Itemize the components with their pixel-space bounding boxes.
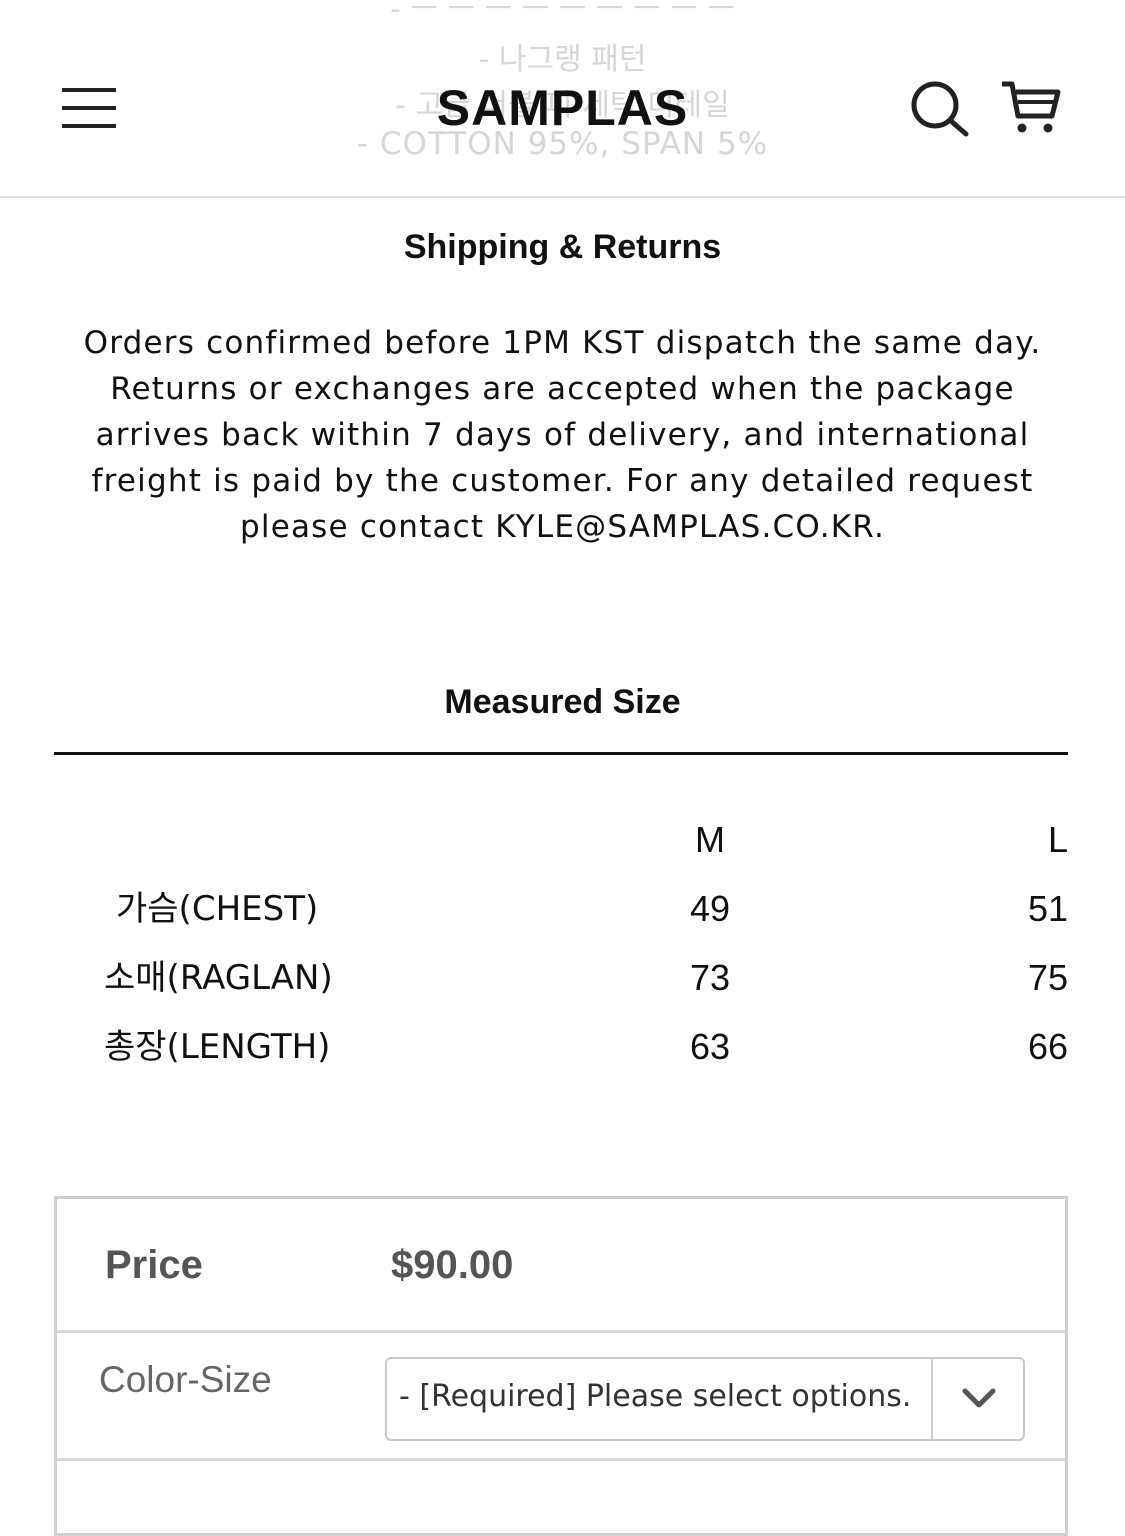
cart-icon xyxy=(1002,81,1061,133)
price-label: Price xyxy=(105,1243,203,1287)
color-size-label: Color-Size xyxy=(99,1359,272,1400)
column-header-m: M xyxy=(695,819,725,860)
chevron-down-icon[interactable] xyxy=(935,1359,1023,1439)
description-line: - ㅡ ㅡ ㅡ ㅡ ㅡ ㅡ ㅡ ㅡ ㅡ xyxy=(389,0,736,27)
cell-raglan-m: 73 xyxy=(689,957,731,998)
select-divider xyxy=(931,1359,933,1439)
cell-length-m: 63 xyxy=(689,1026,731,1067)
cell-chest-l: 51 xyxy=(1027,888,1068,929)
color-size-select[interactable]: - [Required] Please select options. xyxy=(385,1357,1025,1441)
description-line: - 나그랭 패턴 xyxy=(478,42,647,77)
measured-size-title: Measured Size xyxy=(444,683,681,721)
row-label-length: 총장(LENGTH) xyxy=(104,1027,331,1067)
search-icon xyxy=(911,81,969,137)
search-button[interactable] xyxy=(908,78,970,138)
select-value: - [Required] Please select options. xyxy=(399,1379,912,1414)
price-row: Price $90.00 xyxy=(57,1199,1065,1333)
shipping-title: Shipping & Returns xyxy=(403,228,722,266)
purchase-options-box: Price $90.00 Color-Size - [Required] Ple… xyxy=(54,1196,1068,1536)
column-header-l: L xyxy=(1047,819,1068,860)
cart-button[interactable] xyxy=(998,78,1062,138)
cell-chest-m: 49 xyxy=(689,888,731,929)
cell-raglan-l: 75 xyxy=(1027,957,1068,998)
row-label-chest: 가슴(CHEST) xyxy=(116,889,319,929)
price-value: $90.00 xyxy=(391,1243,514,1287)
option-row: Color-Size - [Required] Please select op… xyxy=(57,1333,1065,1461)
section-divider xyxy=(54,752,1068,755)
cell-length-l: 66 xyxy=(1027,1026,1068,1067)
shipping-description: Orders confirmed before 1PM KST dispatch… xyxy=(83,325,1042,545)
row-label-raglan: 소매(RAGLAN) xyxy=(104,958,333,998)
site-header: - ㅡ ㅡ ㅡ ㅡ ㅡ ㅡ ㅡ ㅡ ㅡ - 나그랭 패턴 - 고급 더블 피 세… xyxy=(0,0,1125,198)
